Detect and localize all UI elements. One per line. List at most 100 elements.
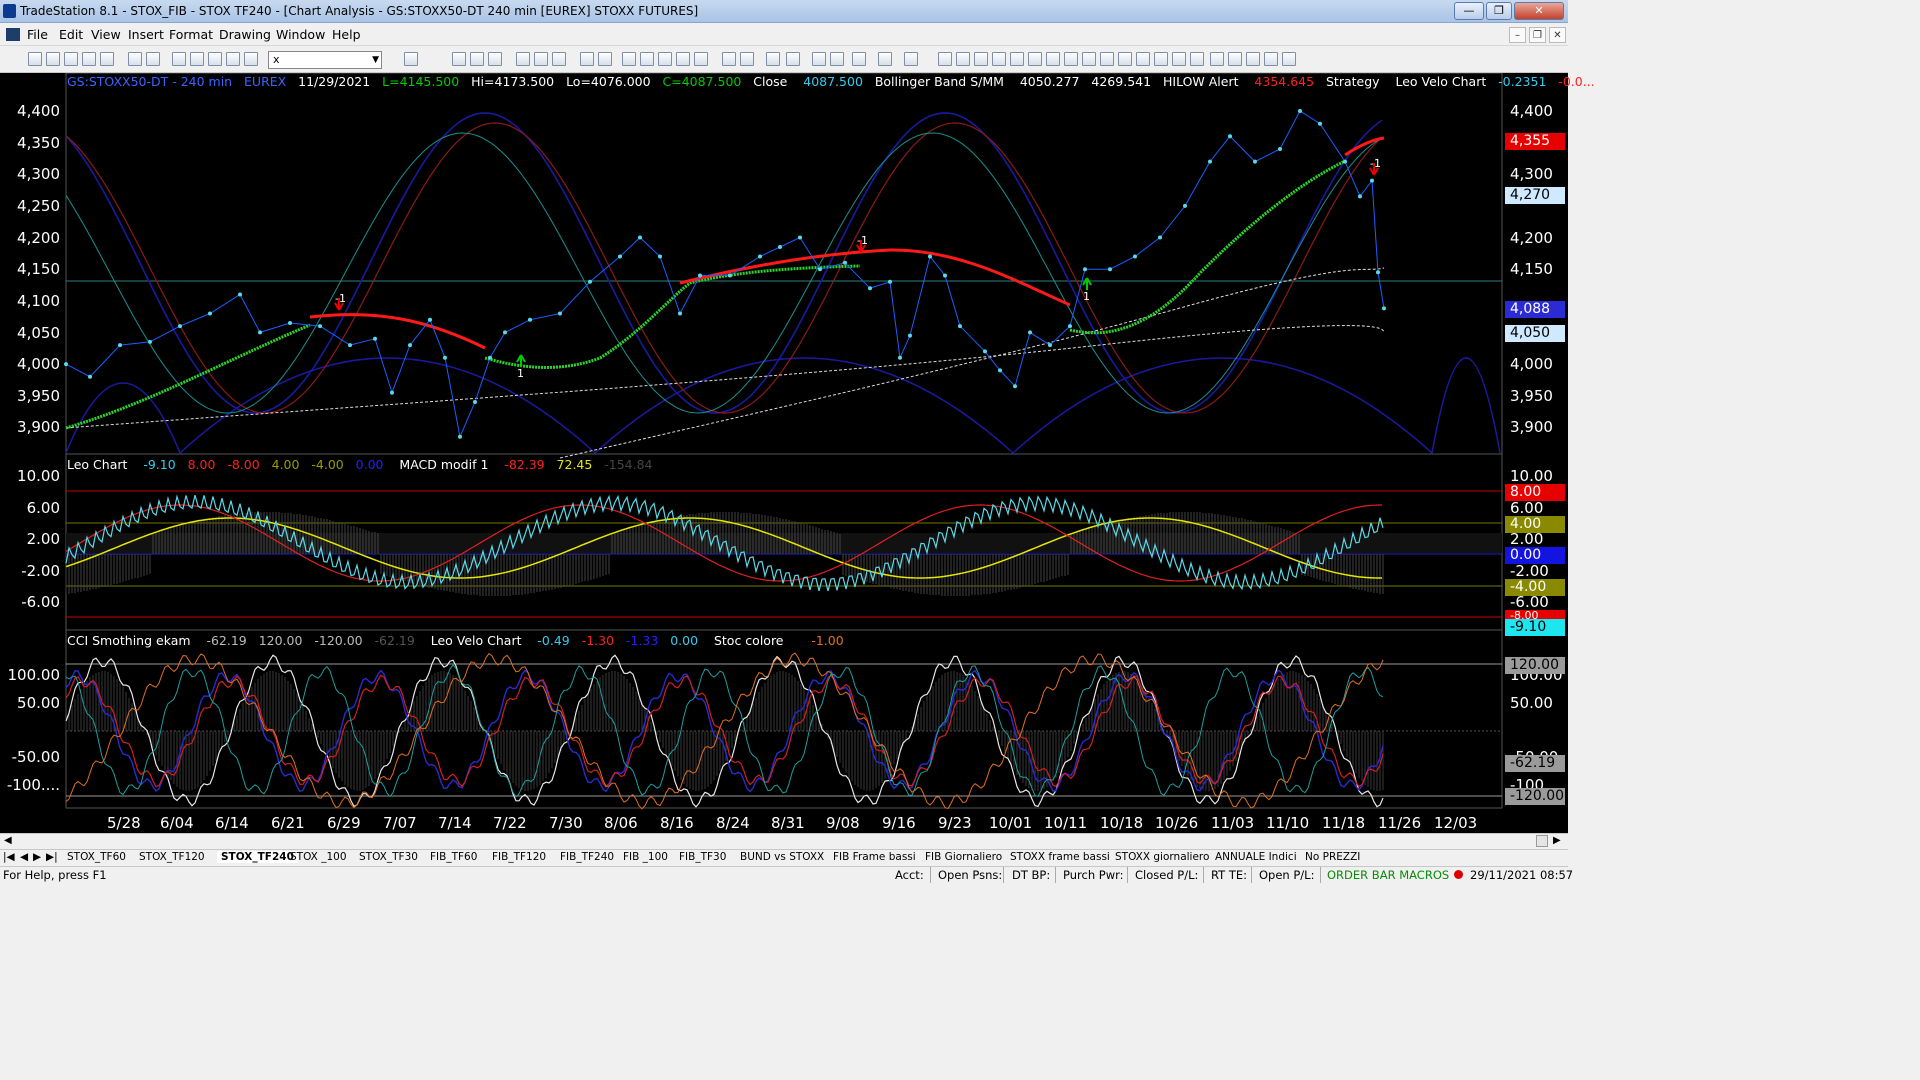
sheet-tab[interactable]: FIB Frame bassi: [833, 851, 916, 863]
print-preview-icon[interactable]: [146, 52, 160, 66]
order-bar-macros[interactable]: ORDER BAR MACROS: [1327, 868, 1449, 882]
tab-nav-prev[interactable]: ◀: [20, 851, 28, 863]
radar-icon[interactable]: [640, 52, 654, 66]
sheet-tab[interactable]: STOX _100: [290, 851, 347, 863]
scroll-left-icon[interactable]: ◀: [4, 835, 12, 846]
sheet-tab[interactable]: STOX_TF30: [359, 851, 418, 863]
sheet-tab[interactable]: FIB_TF60: [430, 851, 477, 863]
go-arrow-icon[interactable]: [386, 52, 400, 66]
sheet-tab[interactable]: FIB_TF30: [679, 851, 726, 863]
chevron-down-icon[interactable]: ▼: [372, 52, 379, 68]
menu-edit[interactable]: Edit: [59, 27, 83, 42]
zoom-in-icon[interactable]: [766, 52, 780, 66]
restore-button[interactable]: ❐: [1486, 2, 1512, 20]
regression-icon[interactable]: [1154, 52, 1168, 66]
matrix-icon[interactable]: [658, 52, 672, 66]
curve-icon[interactable]: [1190, 52, 1204, 66]
fib-arc-icon[interactable]: [1136, 52, 1150, 66]
arrow-up-blue-icon[interactable]: [1228, 52, 1242, 66]
sheet-tab[interactable]: No PREZZI: [1305, 851, 1360, 863]
color-icon[interactable]: [244, 52, 258, 66]
menu-window[interactable]: Window: [276, 27, 325, 42]
tab-nav-next[interactable]: ▶: [33, 851, 41, 863]
sheet-tab[interactable]: FIB_TF240: [560, 851, 614, 863]
scroll-thumb[interactable]: [1536, 835, 1548, 847]
lock-icon[interactable]: [208, 52, 222, 66]
horizontal-scrollbar[interactable]: ◀ ▶: [0, 833, 1568, 849]
pencil-icon[interactable]: [1172, 52, 1186, 66]
analysis-icon[interactable]: [552, 52, 566, 66]
tab-nav-last[interactable]: ▶|: [46, 851, 58, 863]
window-tile-icon[interactable]: [580, 52, 594, 66]
sheet-tab[interactable]: FIB _100: [623, 851, 668, 863]
sheet-tab-active[interactable]: STOX_TF240: [217, 851, 298, 863]
format-icon[interactable]: [172, 52, 186, 66]
open-folder-icon[interactable]: [46, 52, 60, 66]
order-bar-icon[interactable]: [878, 52, 892, 66]
rectangle-icon[interactable]: [1264, 52, 1278, 66]
chart-analysis-window[interactable]: -1 1 -1 1 -1 GS:STOXX50-DT - 240 min EUREX 1…: [0, 73, 1595, 833]
fib-retracement-icon[interactable]: [992, 52, 1006, 66]
sheet-tab[interactable]: BUND vs STOXX: [740, 851, 824, 863]
trendline-icon[interactable]: [938, 52, 952, 66]
channel-icon[interactable]: [1028, 52, 1042, 66]
minimize-button[interactable]: —: [1454, 2, 1484, 20]
fib-fan-icon[interactable]: [1118, 52, 1132, 66]
andrews-pitchfork-icon[interactable]: [1064, 52, 1078, 66]
menu-format[interactable]: Format: [169, 27, 213, 42]
chart-doc-icon[interactable]: [6, 28, 20, 41]
sheet-tab[interactable]: FIB Giornaliero: [925, 851, 1002, 863]
zoom-out-icon[interactable]: [786, 52, 800, 66]
grid-icon[interactable]: [488, 52, 502, 66]
quote-icon[interactable]: [676, 52, 690, 66]
mdi-close-button[interactable]: ✕: [1549, 27, 1566, 43]
scanner-icon[interactable]: [694, 52, 708, 66]
expand-right-icon[interactable]: [740, 52, 754, 66]
format-symbol-icon[interactable]: [190, 52, 204, 66]
scroll-right-icon[interactable]: ▶: [1553, 835, 1561, 846]
new-document-icon[interactable]: [28, 52, 42, 66]
indicator-icon[interactable]: [516, 52, 530, 66]
chart-canvas[interactable]: -1 1 -1 1 -1: [0, 73, 1568, 833]
sheet-tab[interactable]: STOXX frame bassi: [1010, 851, 1110, 863]
pointer-icon[interactable]: [812, 52, 826, 66]
strategy-icon[interactable]: [534, 52, 548, 66]
new-workspace-icon[interactable]: [82, 52, 96, 66]
menu-drawing[interactable]: Drawing: [219, 27, 271, 42]
menu-view[interactable]: View: [91, 27, 121, 42]
data-window-icon[interactable]: [622, 52, 636, 66]
sheet-tab[interactable]: ANNUALE Indici: [1215, 851, 1297, 863]
menu-insert[interactable]: Insert: [128, 27, 164, 42]
print-icon[interactable]: [128, 52, 142, 66]
speed-line-icon[interactable]: [1046, 52, 1060, 66]
open-workspace-icon[interactable]: [100, 52, 114, 66]
snapshot-icon[interactable]: [904, 52, 918, 66]
sheet-tab[interactable]: STOX_TF60: [67, 851, 126, 863]
sheet-tab[interactable]: STOXX giornaliero: [1115, 851, 1209, 863]
save-icon[interactable]: [64, 52, 78, 66]
sheet-tab[interactable]: STOX_TF120: [139, 851, 205, 863]
arrow-left-right-icon[interactable]: [1100, 52, 1114, 66]
gann-fan-icon[interactable]: [1010, 52, 1024, 66]
lookup-icon[interactable]: [404, 52, 418, 66]
fib-time-icon[interactable]: [1082, 52, 1096, 66]
sheet-tab[interactable]: FIB_TF120: [492, 851, 546, 863]
vertical-line-icon[interactable]: [956, 52, 970, 66]
window-cascade-icon[interactable]: [598, 52, 612, 66]
data-tip-icon[interactable]: [830, 52, 844, 66]
ellipse-icon[interactable]: [1246, 52, 1260, 66]
horizontal-lines-icon[interactable]: [974, 52, 988, 66]
mdi-restore-button[interactable]: ❐: [1529, 27, 1546, 43]
tab-nav-first[interactable]: |◀: [3, 851, 15, 863]
symbol-combo[interactable]: x ▼: [268, 51, 382, 69]
tools-icon[interactable]: [852, 52, 866, 66]
expand-left-icon[interactable]: [722, 52, 736, 66]
menu-file[interactable]: File: [27, 27, 48, 42]
mdi-minimize-button[interactable]: –: [1509, 27, 1526, 43]
chart-type-icon[interactable]: [452, 52, 466, 66]
settings-icon[interactable]: [226, 52, 240, 66]
bar-chart-icon[interactable]: [470, 52, 484, 66]
arrow-down-red-icon[interactable]: [1210, 52, 1224, 66]
menu-help[interactable]: Help: [332, 27, 361, 42]
text-abc-icon[interactable]: [1282, 52, 1296, 66]
